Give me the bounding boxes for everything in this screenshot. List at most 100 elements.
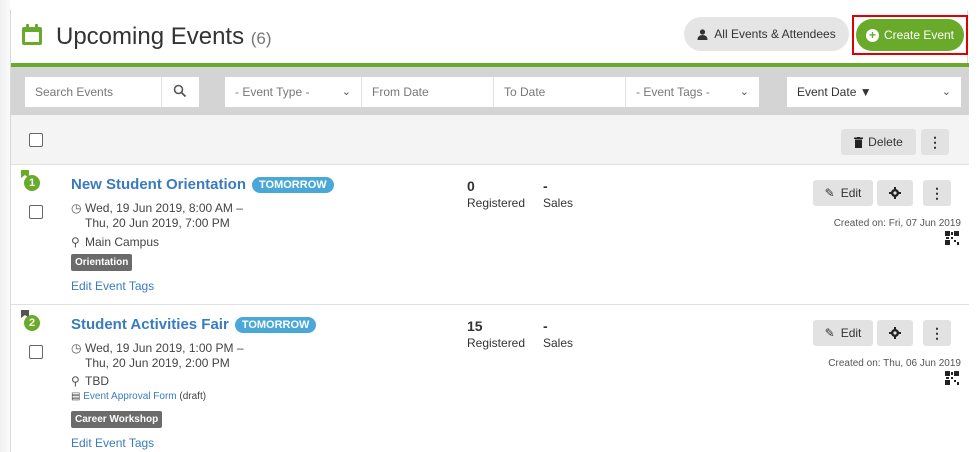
event-title-link[interactable]: Student Activities Fair	[71, 316, 229, 333]
event-approval-form: ▤ Event Approval Form (draft)	[71, 391, 206, 402]
user-icon	[697, 28, 708, 40]
page-title-text: Upcoming Events	[56, 23, 245, 50]
registered-count: 0	[467, 178, 475, 194]
sales-label: Sales	[543, 336, 574, 350]
event-date-start: ◷ Wed, 19 Jun 2019, 8:00 AM –	[71, 201, 243, 215]
sales-value: -	[543, 318, 548, 334]
registered-label: Registered	[467, 336, 526, 350]
edit-event-tags-link[interactable]: Edit Event Tags	[71, 279, 154, 293]
sales-label: Sales	[543, 196, 574, 210]
filter-bar: Search Events - Event Type - ⌄ From Date…	[11, 67, 969, 115]
event-approval-form-link[interactable]: Event Approval Form	[83, 391, 176, 402]
event-count: (6)	[250, 29, 272, 48]
event-tags-value: - Event Tags -	[636, 85, 710, 99]
from-date-placeholder: From Date	[372, 85, 429, 99]
registered-label: Registered	[467, 196, 526, 210]
event-date-end: Thu, 20 Jun 2019, 2:00 PM	[85, 356, 230, 370]
edit-label: Edit	[840, 326, 862, 340]
create-event-label: Create Event	[883, 28, 955, 42]
clock-icon: ◷	[71, 201, 82, 215]
chevron-down-icon: ⌄	[739, 86, 749, 98]
event-checkbox[interactable]	[29, 205, 43, 219]
event-title-row: New Student Orientation TOMORROW	[71, 176, 334, 193]
bulk-more-menu-icon[interactable]: ⋮	[921, 129, 949, 155]
date-start-text: Wed, 19 Jun 2019, 8:00 AM –	[85, 201, 243, 215]
all-events-attendees-button[interactable]: All Events & Attendees	[684, 17, 849, 51]
create-event-button[interactable]: + Create Event	[856, 19, 964, 51]
approval-status: (draft)	[179, 391, 207, 402]
event-row: 1 New Student Orientation TOMORROW ◷ Wed,…	[11, 165, 969, 305]
events-panel: Upcoming Events (6) All Events & Attende…	[10, 10, 969, 452]
gear-icon	[889, 187, 901, 199]
event-tags-select[interactable]: - Event Tags - ⌄	[625, 77, 759, 107]
sales-value: -	[543, 178, 548, 194]
search-events-input[interactable]: Search Events	[25, 77, 199, 107]
settings-button[interactable]	[877, 180, 913, 206]
edit-button[interactable]: ✎ Edit	[813, 180, 873, 206]
created-date: Created on: Fri, 07 Jun 2019	[833, 218, 961, 229]
edit-button[interactable]: ✎ Edit	[813, 320, 873, 346]
event-type-value: - Event Type -	[235, 85, 310, 99]
location-text: TBD	[85, 374, 109, 388]
settings-button[interactable]	[877, 320, 913, 346]
event-number-badge: 1	[24, 175, 40, 191]
event-tag-chip: Orientation	[71, 254, 133, 271]
create-event-highlight: + Create Event	[852, 15, 968, 55]
event-row: 2 Student Activities Fair TOMORROW ◷ Wed,…	[11, 305, 969, 452]
from-date-input[interactable]: From Date	[361, 77, 493, 107]
edit-label: Edit	[840, 186, 862, 200]
qr-code-icon[interactable]	[945, 371, 959, 385]
plus-icon: +	[865, 28, 879, 42]
sort-value: Event Date ▼	[797, 85, 872, 99]
search-icon[interactable]	[173, 84, 187, 98]
pencil-icon: ✎	[824, 186, 835, 200]
delete-button[interactable]: Delete	[841, 129, 916, 155]
page-left-edge	[0, 0, 10, 452]
event-number-badge: 2	[24, 315, 40, 331]
page-header: Upcoming Events (6) All Events & Attende…	[11, 10, 969, 67]
clock-icon: ◷	[71, 341, 82, 355]
event-type-select[interactable]: - Event Type - ⌄	[225, 77, 361, 107]
event-more-menu-icon[interactable]: ⋮	[923, 320, 951, 346]
qr-code-icon[interactable]	[945, 231, 959, 245]
pencil-icon: ✎	[824, 326, 835, 340]
select-all-checkbox[interactable]	[29, 133, 43, 147]
event-checkbox[interactable]	[29, 345, 43, 359]
date-start-text: Wed, 19 Jun 2019, 1:00 PM –	[85, 341, 244, 355]
search-placeholder: Search Events	[35, 85, 114, 99]
to-date-input[interactable]: To Date	[493, 77, 625, 107]
calendar-icon	[22, 24, 42, 45]
all-events-attendees-label: All Events & Attendees	[714, 27, 836, 41]
event-location: ⚲ TBD	[71, 374, 109, 388]
bulk-actions-row: Delete ⋮	[11, 115, 969, 165]
event-title-row: Student Activities Fair TOMORROW	[71, 316, 317, 333]
trash-icon	[854, 136, 864, 148]
tomorrow-badge: TOMORROW	[234, 316, 317, 333]
event-date-start: ◷ Wed, 19 Jun 2019, 1:00 PM –	[71, 341, 244, 355]
gear-icon	[889, 327, 901, 339]
sort-select[interactable]: Event Date ▼ ⌄	[787, 77, 961, 107]
registered-stat: 0 Registered	[467, 178, 525, 210]
event-more-menu-icon[interactable]: ⋮	[923, 180, 951, 206]
tomorrow-badge: TOMORROW	[252, 176, 334, 193]
sales-stat: - Sales	[543, 318, 573, 350]
form-icon: ▤	[71, 391, 81, 402]
chevron-down-icon: ⌄	[941, 86, 951, 98]
sales-stat: - Sales	[543, 178, 573, 210]
map-marker-icon: ⚲	[71, 235, 80, 249]
event-location: ⚲ Main Campus	[71, 235, 159, 249]
registered-count: 15	[467, 318, 483, 334]
search-divider	[161, 77, 162, 107]
chevron-down-icon: ⌄	[341, 86, 351, 98]
page-title: Upcoming Events (6)	[56, 23, 272, 51]
delete-label: Delete	[868, 135, 903, 149]
created-date: Created on: Thu, 06 Jun 2019	[828, 358, 961, 369]
edit-event-tags-link[interactable]: Edit Event Tags	[71, 436, 154, 450]
registered-stat: 15 Registered	[467, 318, 525, 350]
map-marker-icon: ⚲	[71, 374, 80, 388]
event-title-link[interactable]: New Student Orientation	[71, 176, 246, 193]
location-text: Main Campus	[85, 235, 160, 249]
to-date-placeholder: To Date	[504, 85, 546, 99]
event-date-end: Thu, 20 Jun 2019, 7:00 PM	[85, 216, 230, 230]
event-tag-chip: Career Workshop	[71, 411, 163, 428]
